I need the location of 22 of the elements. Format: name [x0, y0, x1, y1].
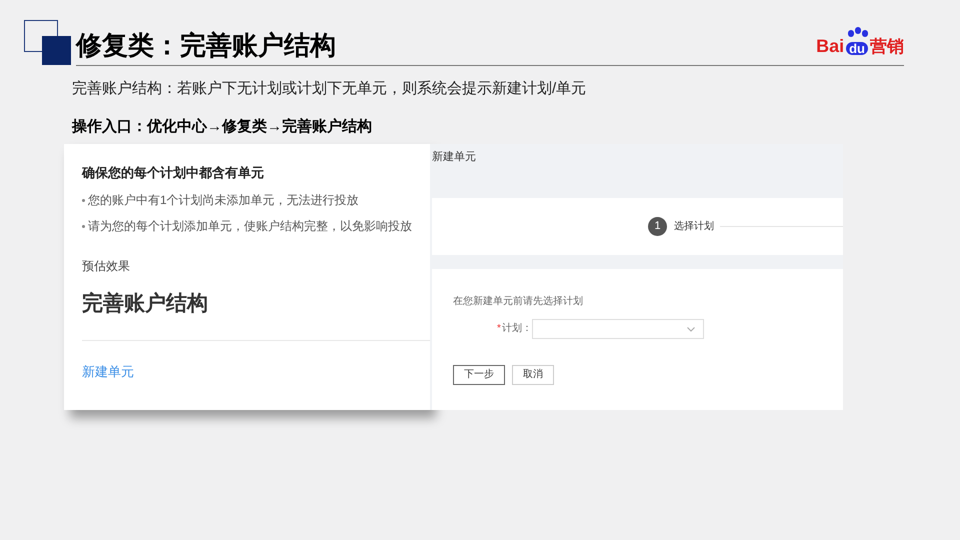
bullet-text: 请为您的每个计划添加单元，使账户结构完整，以免影响投放 — [88, 218, 412, 234]
next-step-button[interactable]: 下一步 — [453, 365, 505, 385]
bullet-icon — [82, 224, 85, 228]
effect-label: 预估效果 — [82, 258, 131, 274]
brand-logo: Bai du 营销 — [816, 21, 904, 57]
chevron-down-icon — [686, 326, 695, 332]
slide-title: 修复类：完善账户结构 — [76, 29, 336, 62]
card-heading: 确保您的每个计划中都含有单元 — [82, 164, 265, 182]
description-text: 完善账户结构：若账户下无计划或计划下无单元，则系统会提示新建计划/单元 — [72, 79, 588, 99]
hint-text: 在您新建单元前请先选择计划 — [453, 295, 584, 309]
field-label: 计划： — [502, 322, 532, 336]
plan-select[interactable] — [532, 319, 704, 339]
cancel-button[interactable]: 取消 — [512, 365, 554, 385]
panel-title: 新建单元 — [432, 150, 477, 164]
bullet-icon — [82, 198, 85, 202]
required-mark: * — [497, 322, 501, 336]
step-number: 1 — [648, 217, 667, 236]
entry-path-text: 操作入口：优化中心→修复类→完善账户结构 — [72, 116, 373, 137]
step-label: 选择计划 — [674, 220, 714, 234]
squares-icon — [24, 20, 72, 66]
effect-value: 完善账户结构 — [82, 290, 209, 317]
bullet-text: 您的账户中有1个计划尚未添加单元，无法进行投放 — [88, 192, 359, 208]
